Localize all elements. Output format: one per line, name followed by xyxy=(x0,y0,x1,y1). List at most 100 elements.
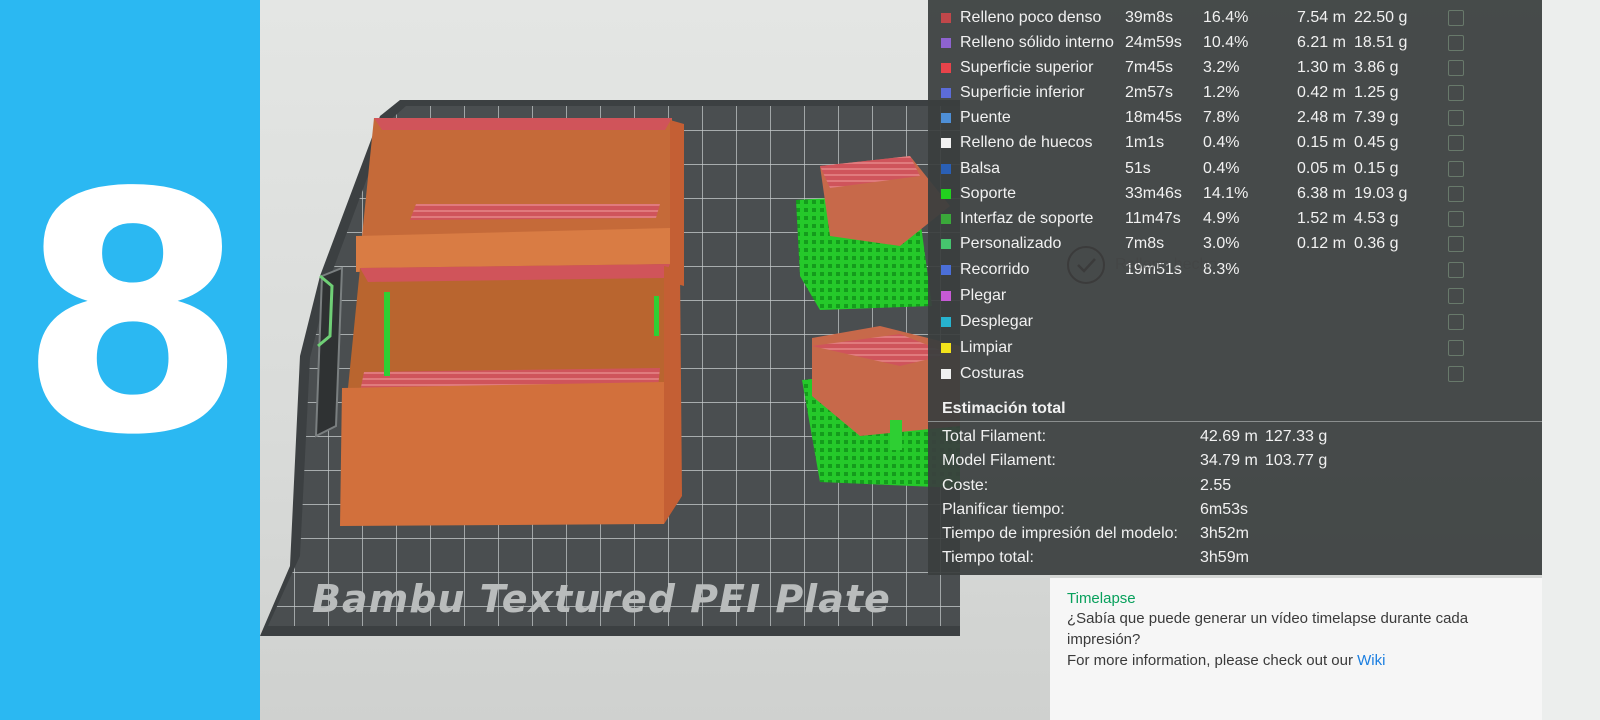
color-swatch xyxy=(941,138,951,148)
feature-weight: 0.15 g xyxy=(1354,160,1399,177)
wiki-link[interactable]: Wiki xyxy=(1357,652,1385,669)
feature-time: 51s xyxy=(1125,160,1151,177)
build-plate-viewport[interactable] xyxy=(260,96,960,636)
feature-weight: 4.53 g xyxy=(1354,210,1399,227)
feature-row[interactable]: Superficie inferior 2m57s 1.2% 0.42 m 1.… xyxy=(928,81,1542,105)
visibility-checkbox[interactable] xyxy=(1448,211,1464,227)
feature-percent: 16.4% xyxy=(1203,9,1249,26)
tip-card: Timelapse ¿Sabía que puede generar un ví… xyxy=(1050,578,1542,720)
feature-name: Personalizado xyxy=(960,235,1062,252)
feature-row[interactable]: Plegar xyxy=(928,284,1542,308)
total-row: Total Filament: 42.69 m 127.33 g xyxy=(928,425,1542,449)
feature-percent: 14.1% xyxy=(1203,185,1249,202)
total-value: 2.55 xyxy=(1200,477,1232,494)
feature-time: 11m47s xyxy=(1125,210,1181,227)
feature-row[interactable]: Balsa 51s 0.4% 0.05 m 0.15 g xyxy=(928,157,1542,181)
color-swatch xyxy=(941,239,951,249)
feature-row[interactable]: Limpiar xyxy=(928,336,1542,360)
total-label: Tiempo de impresión del modelo: xyxy=(942,525,1178,542)
feature-row[interactable]: Relleno sólido interno 24m59s 10.4% 6.21… xyxy=(928,31,1542,55)
total-value: 6m53s xyxy=(1200,501,1249,518)
check-circle-icon xyxy=(1067,246,1105,284)
feature-row[interactable]: Costuras xyxy=(928,362,1542,386)
model-box-front xyxy=(340,264,682,526)
feature-name: Relleno sólido interno xyxy=(960,34,1114,51)
total-value: 3h59m xyxy=(1200,549,1249,566)
total-value: 3h52m xyxy=(1200,525,1249,542)
feature-weight: 3.86 g xyxy=(1354,59,1399,76)
feature-length: 1.30 m xyxy=(1297,59,1346,76)
total-label: Coste: xyxy=(942,477,989,494)
total-value: 34.79 m xyxy=(1200,452,1258,469)
color-swatch xyxy=(941,317,951,327)
feature-percent: 0.4% xyxy=(1203,134,1240,151)
total-row: Coste: 2.55 xyxy=(928,474,1542,498)
total-row: Tiempo de impresión del modelo: 3h52m xyxy=(928,522,1542,546)
visibility-checkbox[interactable] xyxy=(1448,85,1464,101)
visibility-checkbox[interactable] xyxy=(1448,236,1464,252)
feature-row[interactable]: Relleno de huecos 1m1s 0.4% 0.15 m 0.45 … xyxy=(928,131,1542,155)
feature-length: 0.15 m xyxy=(1297,134,1346,151)
color-swatch xyxy=(941,291,951,301)
feature-length: 0.42 m xyxy=(1297,84,1346,101)
feature-percent: 10.4% xyxy=(1203,34,1249,51)
color-swatch xyxy=(941,63,951,73)
color-swatch xyxy=(941,369,951,379)
total-divider xyxy=(928,421,1542,422)
feature-row[interactable]: Relleno poco denso 39m8s 16.4% 7.54 m 22… xyxy=(928,6,1542,30)
feature-time: 39m8s xyxy=(1125,9,1174,26)
total-label: Model Filament: xyxy=(942,452,1056,469)
visibility-checkbox[interactable] xyxy=(1448,288,1464,304)
feature-time: 7m45s xyxy=(1125,59,1174,76)
feature-percent: 0.4% xyxy=(1203,160,1240,177)
feature-name: Soporte xyxy=(960,185,1017,202)
total-value: 42.69 m xyxy=(1200,428,1258,445)
tip-body: ¿Sabía que puede generar un vídeo timela… xyxy=(1067,610,1469,648)
feature-row[interactable]: Interfaz de soporte 11m47s 4.9% 1.52 m 4… xyxy=(928,207,1542,231)
background-status: Relleno hecho. xyxy=(1067,246,1427,286)
feature-row[interactable]: Soporte 33m46s 14.1% 6.38 m 19.03 g xyxy=(928,182,1542,206)
color-swatch xyxy=(941,189,951,199)
visibility-checkbox[interactable] xyxy=(1448,161,1464,177)
feature-name: Relleno poco denso xyxy=(960,9,1102,26)
feature-percent: 7.8% xyxy=(1203,109,1240,126)
color-swatch xyxy=(941,13,951,23)
visibility-checkbox[interactable] xyxy=(1448,35,1464,51)
visibility-checkbox[interactable] xyxy=(1448,60,1464,76)
feature-name: Interfaz de soporte xyxy=(960,210,1094,227)
plate-label: Bambu Textured PEI Plate xyxy=(312,577,891,621)
feature-length: 0.05 m xyxy=(1297,160,1346,177)
visibility-checkbox[interactable] xyxy=(1448,366,1464,382)
tip-title: Timelapse xyxy=(1067,590,1136,607)
visibility-checkbox[interactable] xyxy=(1448,314,1464,330)
color-swatch xyxy=(941,38,951,48)
total-value-secondary: 127.33 g xyxy=(1265,428,1328,445)
feature-row[interactable]: Puente 18m45s 7.8% 2.48 m 7.39 g xyxy=(928,106,1542,130)
feature-row[interactable]: Desplegar xyxy=(928,310,1542,334)
color-swatch xyxy=(941,343,951,353)
color-swatch xyxy=(941,214,951,224)
feature-percent: 4.9% xyxy=(1203,210,1240,227)
color-swatch xyxy=(941,265,951,275)
visibility-checkbox[interactable] xyxy=(1448,340,1464,356)
big-number: 8 xyxy=(18,123,248,507)
feature-time: 18m45s xyxy=(1125,109,1182,126)
total-label: Tiempo total: xyxy=(942,549,1034,566)
feature-length: 6.38 m xyxy=(1297,185,1346,202)
visibility-checkbox[interactable] xyxy=(1448,186,1464,202)
feature-length: 6.21 m xyxy=(1297,34,1346,51)
total-estimate-title: Estimación total xyxy=(942,400,1066,417)
visibility-checkbox[interactable] xyxy=(1448,10,1464,26)
model-box-back xyxy=(356,118,684,286)
visibility-checkbox[interactable] xyxy=(1448,135,1464,151)
feature-weight: 0.45 g xyxy=(1354,134,1399,151)
feature-name: Plegar xyxy=(960,287,1007,304)
number-banner: 8 xyxy=(0,0,260,720)
feature-time: 2m57s xyxy=(1125,84,1174,101)
visibility-checkbox[interactable] xyxy=(1448,262,1464,278)
feature-length: 7.54 m xyxy=(1297,9,1346,26)
total-value-secondary: 103.77 g xyxy=(1265,452,1328,469)
tip-more-text: For more information, please check out o… xyxy=(1067,652,1353,669)
visibility-checkbox[interactable] xyxy=(1448,110,1464,126)
feature-row[interactable]: Superficie superior 7m45s 3.2% 1.30 m 3.… xyxy=(928,56,1542,80)
